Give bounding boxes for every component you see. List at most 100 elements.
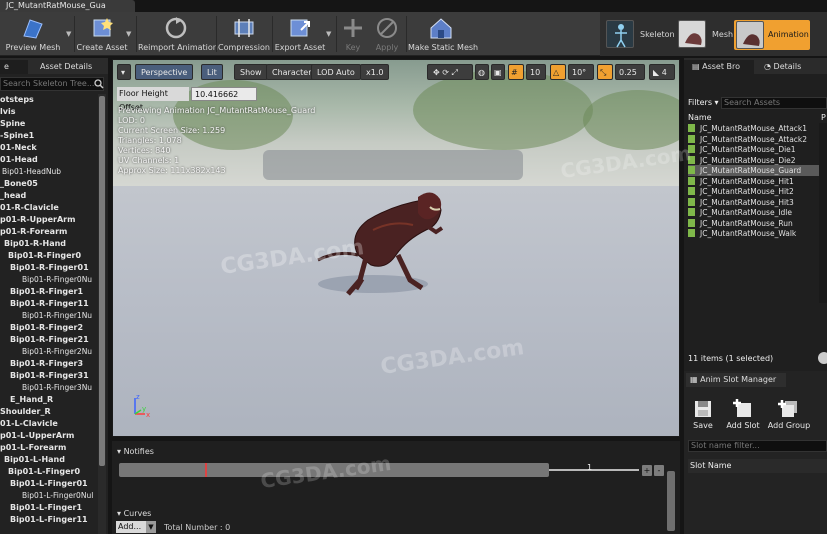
tab-asset-details[interactable]: Asset Details — [30, 60, 108, 74]
skeleton-tree-item[interactable]: p01-L-Forearm — [0, 442, 66, 454]
skeleton-tree-item[interactable]: Bip01-R-Finger2Nu — [22, 346, 92, 358]
skeleton-tree-item[interactable]: Bip01-R-Finger3Nu — [22, 382, 92, 394]
skeleton-tree-item[interactable]: Bip01-R-Finger1 — [10, 286, 83, 298]
mode-animation[interactable]: Animation — [734, 20, 810, 50]
asset-list-item[interactable]: JC_MutantRatMouse_Hit1/( — [688, 176, 827, 187]
skeleton-tree-item[interactable]: 01-R-Clavicle — [0, 202, 59, 214]
lod-auto-button[interactable]: LOD Auto — [311, 64, 361, 80]
skeleton-tree-item[interactable]: Bip01-R-Finger31 — [10, 370, 89, 382]
apply-button[interactable]: Apply — [370, 14, 404, 54]
preview-mesh-button[interactable]: Preview Mesh — [0, 14, 66, 54]
character-button[interactable]: Character — [266, 64, 318, 80]
skeleton-tree-item[interactable]: Bip01-L-Finger11 — [10, 514, 88, 526]
asset-list-item[interactable]: JC_MutantRatMouse_Guard/( — [688, 165, 827, 176]
playback-speed-button[interactable]: x1.0 — [360, 64, 390, 80]
save-slot-button[interactable]: Save — [690, 399, 716, 430]
scale-snap-value[interactable]: 0.25 — [615, 64, 645, 80]
add-curve-chevron-down-icon[interactable]: ▼ — [146, 521, 156, 533]
skeleton-tree-item[interactable]: -Spine1 — [0, 130, 34, 142]
asset-tab-title[interactable]: JC_MutantRatMouse_Gua — [0, 0, 135, 12]
curves-header[interactable]: ▾ Curves — [117, 509, 151, 518]
angle-snap-value[interactable]: 10° — [568, 64, 594, 80]
slot-name-filter-input[interactable]: Slot name filter... — [688, 440, 827, 452]
add-curve-button[interactable]: Add... — [116, 521, 146, 533]
skeleton-tree-item[interactable]: _head — [0, 190, 26, 202]
skeleton-tree-item[interactable]: Bip01-L-Finger0Nul — [22, 490, 93, 502]
asset-list-item[interactable]: JC_MutantRatMouse_Walk/( — [688, 228, 827, 239]
create-asset-button[interactable]: Create Asset — [76, 14, 128, 54]
skeleton-tree-item[interactable]: 01-L-Clavicle — [0, 418, 58, 430]
tab-anim-slot-manager[interactable]: ▦ Anim Slot Manager — [686, 373, 786, 387]
skeleton-tree-item[interactable]: Spine — [0, 118, 25, 130]
surface-snap-icon[interactable]: ▣ — [491, 64, 505, 80]
tab-details[interactable]: ◔ Details — [756, 60, 827, 74]
skeleton-tree-item[interactable]: Bip01-L-Finger01 — [10, 478, 88, 490]
viewport-options-button[interactable]: ▾ — [117, 64, 131, 80]
grid-snap-value[interactable]: 10 — [526, 64, 546, 80]
skeleton-tree-item[interactable]: Bip01-R-Hand — [4, 238, 66, 250]
asset-list-item[interactable]: JC_MutantRatMouse_Run/( — [688, 218, 827, 229]
skeleton-tree-item[interactable]: E_Hand_R — [10, 394, 53, 406]
skeleton-tree-item[interactable]: Bip01-R-Finger11 — [10, 298, 89, 310]
remove-notify-track-button[interactable]: - — [654, 465, 664, 476]
add-group-button[interactable]: Add Group — [766, 399, 812, 430]
skeleton-tree-item[interactable]: p01-L-UpperArm — [0, 430, 74, 442]
world-local-toggle[interactable]: ◍ — [475, 64, 489, 80]
export-asset-chevron-down-icon[interactable]: ▼ — [326, 30, 331, 38]
asset-list-item[interactable]: JC_MutantRatMouse_Hit2/( — [688, 186, 827, 197]
key-button[interactable]: Key — [338, 14, 368, 54]
tab-skeleton-tree[interactable]: e — [0, 60, 28, 74]
skeleton-tree-item[interactable]: Bip01-L-Finger1 — [10, 502, 82, 514]
asset-list-scrollbar[interactable] — [819, 123, 827, 303]
notifies-header[interactable]: ▾ Notifies — [117, 447, 154, 456]
left-scrollbar-thumb[interactable] — [99, 96, 105, 466]
skeleton-tree-item[interactable]: 01-Neck — [0, 142, 37, 154]
angle-snap-icon[interactable]: △ — [550, 64, 566, 80]
skeleton-tree-item[interactable]: Bip01-R-Finger0 — [8, 250, 81, 262]
skeleton-tree-item[interactable]: Bip01-R-Finger2 — [10, 322, 83, 334]
skeleton-tree-item[interactable]: Shoulder_R — [0, 406, 51, 418]
create-asset-chevron-down-icon[interactable]: ▼ — [126, 30, 131, 38]
asset-search-input[interactable]: Search Assets — [721, 97, 827, 109]
compression-button[interactable]: Compression — [218, 14, 270, 54]
skeleton-tree-item[interactable]: otsteps — [0, 94, 34, 106]
skeleton-tree-item[interactable]: p01-R-UpperArm — [0, 214, 75, 226]
skeleton-tree-item[interactable]: Bip01-R-Finger0Nu — [22, 274, 92, 286]
mode-skeleton[interactable]: Skeleton — [606, 20, 676, 50]
asset-list-item[interactable]: JC_MutantRatMouse_Die1/( — [688, 144, 827, 155]
make-static-mesh-button[interactable]: Make Static Mesh — [408, 14, 478, 54]
export-asset-button[interactable]: Export Asset — [274, 14, 326, 54]
add-notify-track-button[interactable]: + — [642, 465, 652, 476]
asset-list-item[interactable]: JC_MutantRatMouse_Attack1/( — [688, 123, 827, 134]
asset-list-item[interactable]: JC_MutantRatMouse_Die2/( — [688, 155, 827, 166]
floor-height-input[interactable]: 10.416662 — [191, 87, 257, 101]
view-options-eye-icon[interactable] — [818, 352, 827, 364]
column-path[interactable]: P — [821, 112, 826, 123]
column-name[interactable]: Name — [688, 112, 712, 123]
show-button[interactable]: Show — [234, 64, 268, 80]
skeleton-tree-item[interactable]: Bip01-HeadNub — [2, 166, 61, 178]
skeleton-tree-item[interactable]: Bip01-R-Finger3 — [10, 358, 83, 370]
asset-list-item[interactable]: JC_MutantRatMouse_Idle/( — [688, 207, 827, 218]
asset-list-item[interactable]: JC_MutantRatMouse_Attack2/( — [688, 134, 827, 145]
playhead-marker[interactable] — [205, 463, 207, 477]
skeleton-tree-item[interactable]: 01-Head — [0, 154, 38, 166]
preview-mesh-chevron-down-icon[interactable]: ▼ — [66, 30, 71, 38]
reimport-animation-button[interactable]: Reimport Animation — [138, 14, 218, 54]
asset-list-item[interactable]: JC_MutantRatMouse_Hit3/( — [688, 197, 827, 208]
skeleton-search-input[interactable]: Search Skeleton Tree... — [0, 77, 104, 91]
skeleton-tree-item[interactable]: Bip01-L-Hand — [4, 454, 65, 466]
preview-viewport[interactable]: ▾ Perspective Lit Show Character LOD Aut… — [112, 59, 680, 437]
add-slot-button[interactable]: Add Slot — [724, 399, 762, 430]
lit-button[interactable]: Lit — [201, 64, 223, 80]
skeleton-tree-item[interactable]: Bip01-L-Finger0 — [8, 466, 80, 478]
mode-mesh[interactable]: Mesh — [678, 20, 734, 50]
grid-snap-icon[interactable]: # — [508, 64, 524, 80]
skeleton-tree-item[interactable]: Bip01-R-Finger01 — [10, 262, 89, 274]
scale-snap-icon[interactable]: ⤡ — [597, 64, 613, 80]
skeleton-tree-item[interactable]: p01-R-Forearm — [0, 226, 67, 238]
skeleton-tree-item[interactable]: Bip01-R-Finger1Nu — [22, 310, 92, 322]
skeleton-tree-item[interactable]: lvis — [0, 106, 15, 118]
camera-speed-value[interactable]: ◣ 4 — [649, 64, 675, 80]
tab-asset-browser[interactable]: ▤ Asset Bro — [684, 60, 754, 74]
